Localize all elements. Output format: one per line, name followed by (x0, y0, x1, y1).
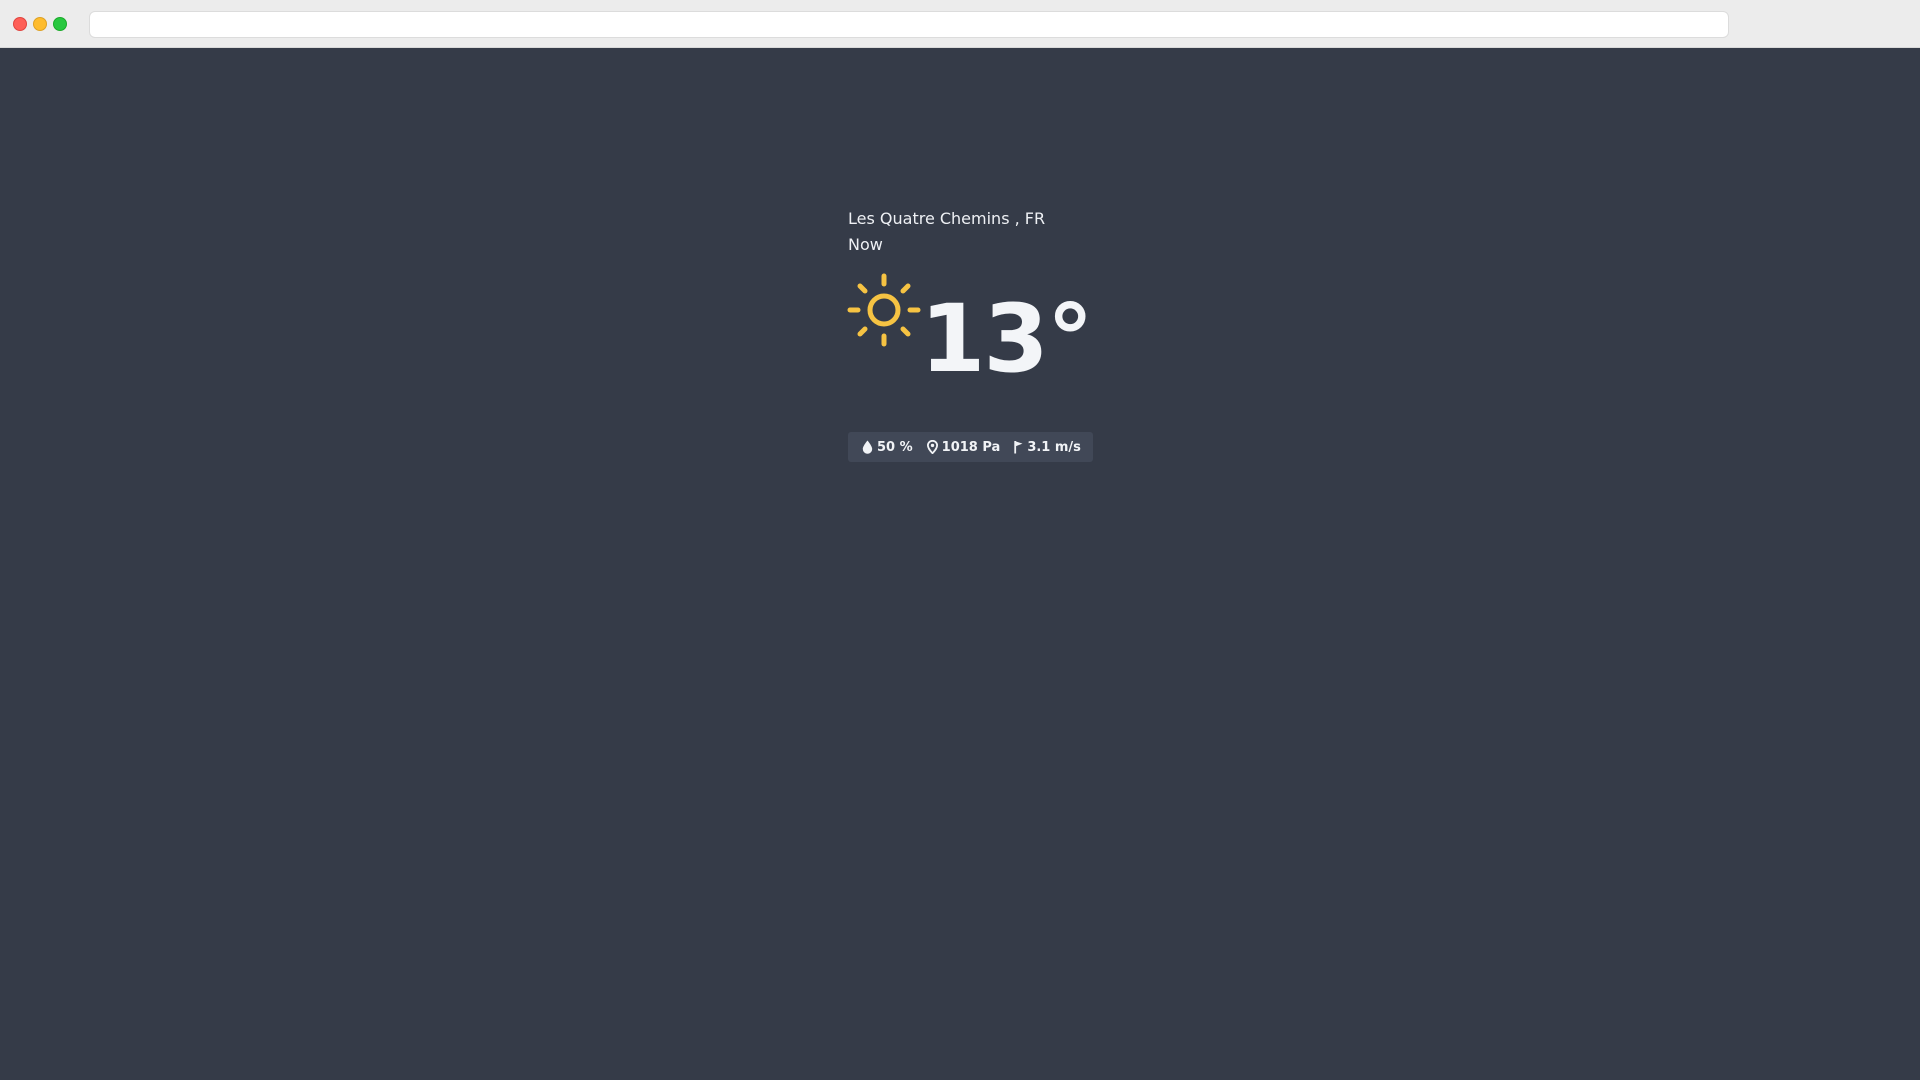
flag-icon (1014, 441, 1023, 454)
browser-chrome (0, 0, 1920, 48)
temperature-row: 13° (847, 266, 1094, 416)
pressure-pin-icon (926, 440, 938, 454)
location-label: Les Quatre Chemins , FR (848, 209, 1046, 228)
sun-icon (847, 273, 921, 347)
humidity-value: 50 % (877, 439, 913, 455)
droplet-icon (862, 440, 873, 454)
close-window-button[interactable] (13, 17, 27, 31)
pressure-stat: 1018 Pa (926, 439, 1001, 455)
wind-value: 3.1 m/s (1027, 439, 1081, 455)
pressure-value: 1018 Pa (941, 439, 1001, 455)
time-label: Now (848, 235, 883, 254)
wind-stat: 3.1 m/s (1014, 440, 1081, 455)
maximize-window-button[interactable] (53, 17, 67, 31)
minimize-window-button[interactable] (33, 17, 47, 31)
temperature-value: 13° (920, 285, 1094, 394)
page-viewport: Les Quatre Chemins , FR Now 13° 50 % 101… (0, 48, 1920, 1080)
humidity-stat: 50 % (862, 440, 913, 455)
address-bar[interactable] (89, 11, 1729, 38)
weather-card: Les Quatre Chemins , FR Now 13° 50 % 101… (847, 208, 1094, 462)
weather-stats-bar: 50 % 1018 Pa 3.1 m/s (848, 432, 1093, 462)
